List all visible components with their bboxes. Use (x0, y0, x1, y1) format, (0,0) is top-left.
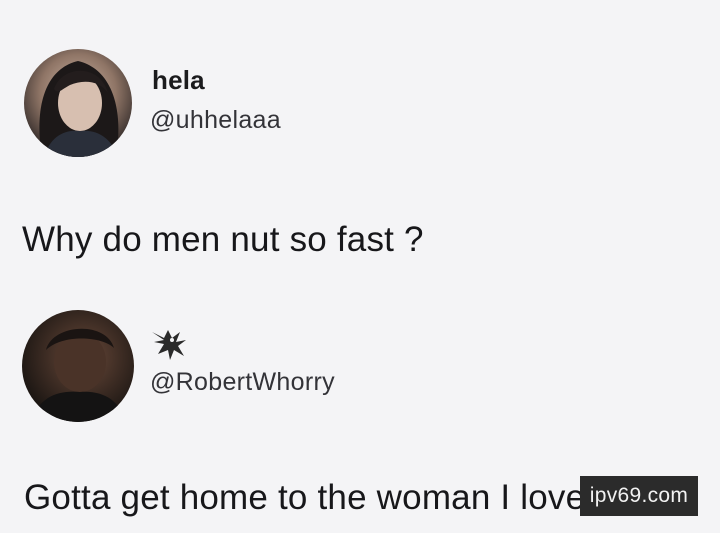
tweet-text: Gotta get home to the woman I love (24, 478, 586, 517)
tweet-text: Why do men nut so fast ? (22, 220, 424, 259)
display-name[interactable]: hela (152, 65, 205, 96)
avatar-robertwhorry[interactable] (22, 310, 134, 422)
avatar-hela[interactable] (24, 49, 132, 157)
avatar-portrait-icon (39, 61, 119, 157)
watermark: ipv69.com (580, 476, 698, 516)
eagle-icon (150, 326, 194, 362)
tweet-card-hela: hela @uhhelaaa Why do men nut so fast ? (0, 0, 720, 290)
avatar-portrait-icon (32, 328, 126, 422)
user-handle[interactable]: @uhhelaaa (150, 106, 281, 135)
user-handle[interactable]: @RobertWhorry (150, 368, 335, 397)
